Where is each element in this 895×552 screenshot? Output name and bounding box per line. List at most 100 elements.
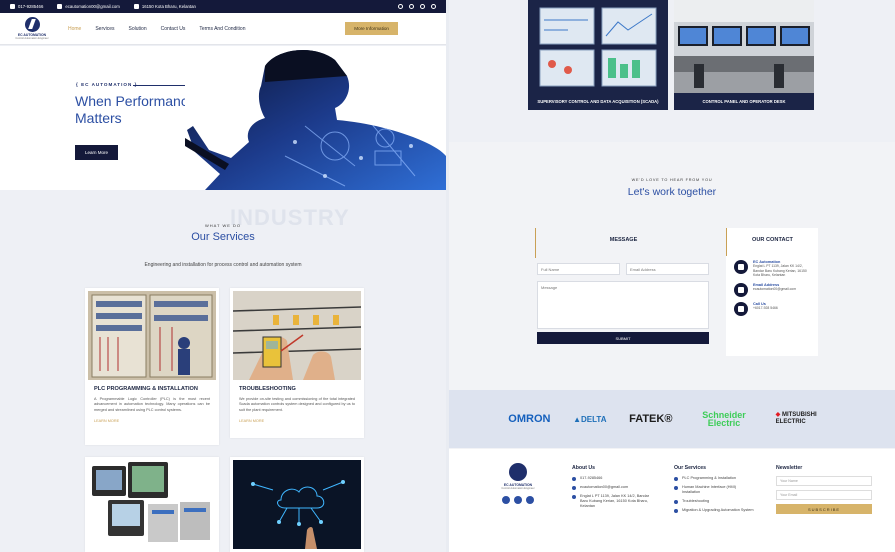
solution-showcase: SUPERVISORY CONTROL AND DATA ACQUISITION…	[449, 0, 895, 142]
whatsapp-icon[interactable]	[431, 4, 436, 9]
plc-cabinet-image	[88, 291, 216, 380]
contact-section: WE'D LOVE TO HEAR FROM YOU Let's work to…	[449, 143, 895, 389]
learn-more-button[interactable]: Learn More	[75, 145, 119, 160]
site-footer: EC AUTOMATION Control Automation Enginee…	[449, 449, 895, 552]
location-icon	[572, 495, 576, 499]
footer-email[interactable]: ecautomation00@gmail.com	[572, 485, 652, 490]
service-card-plc[interactable]: PLC PROGRAMMING & INSTALLATION A Program…	[85, 288, 219, 445]
site-logo[interactable]: EC AUTOMATION Control Automation Enginee…	[12, 17, 52, 40]
control-panel-card[interactable]: CONTROL PANEL AND OPERATOR DESK	[674, 0, 814, 110]
footer-newsletter-title: Newsletter	[776, 465, 803, 471]
nav-menu: Home Services Solution Contact Us Terms …	[68, 26, 259, 32]
message-form-title: MESSAGE	[535, 228, 711, 258]
services-section: INDUSTRY WHAT WE DO Our Services Enginee…	[0, 191, 446, 552]
service-card-migration[interactable]	[230, 457, 364, 552]
email-input[interactable]: Email Address	[626, 263, 709, 275]
footer-service-link[interactable]: Migration & Upgrading Automation System	[674, 508, 754, 513]
page-top-section: 017-9285466 ecautomation00@gmail.com 161…	[0, 0, 446, 552]
cloud-network-image	[233, 460, 361, 549]
footer-services-title: Our Services	[674, 465, 707, 471]
services-title: Our Services	[191, 231, 255, 243]
services-description: Engineering and installation for process…	[144, 262, 302, 268]
contact-title: Let's work together	[627, 186, 717, 198]
footer-newsletter: Newsletter Your Name Your Email SUBSCRIB…	[776, 465, 876, 514]
logo-subtext: Control Automation Engineer	[15, 37, 49, 40]
location-icon	[133, 4, 139, 9]
service-card-text: A Programmable Logic Controller (PLC) is…	[94, 397, 210, 412]
learn-more-link[interactable]: LEARN MORE	[94, 419, 210, 423]
footer-social	[493, 496, 543, 504]
brand-delta-logo: ▲DELTA	[573, 414, 607, 424]
subscribe-button[interactable]: SUBSCRIBE	[776, 504, 872, 514]
service-card-hmi[interactable]	[85, 457, 219, 552]
more-information-button[interactable]: More Information	[345, 22, 398, 35]
our-contact-title: OUR CONTACT	[726, 228, 818, 256]
gear-icon	[674, 477, 678, 481]
partner-brands-strip: OMRON ▲DELTA FATEK® Schneider Electric ◆…	[449, 390, 895, 448]
phone-icon	[10, 4, 15, 9]
hero-tag: { EC AUTOMATION }	[76, 82, 136, 87]
footer-about: About Us 017-9285466 ecautomation00@gmai…	[572, 465, 652, 513]
footer-service-link[interactable]: Human Machine Interface (HMI) Installati…	[674, 485, 754, 495]
facebook-icon[interactable]	[409, 4, 414, 9]
whatsapp-icon[interactable]	[526, 496, 534, 504]
search-icon[interactable]	[398, 4, 403, 9]
service-card-title: TROUBLESHOOTING	[239, 386, 296, 392]
mail-icon	[572, 486, 576, 490]
phone-icon	[734, 301, 748, 316]
footer-brand: EC AUTOMATION Control Automation Enginee…	[493, 463, 543, 504]
contact-row-phone: Call Us +6017-928 5466	[734, 301, 812, 316]
gear-icon	[674, 486, 678, 490]
our-contact-card: OUR CONTACT EC Automation Englat L PT 113…	[726, 228, 818, 356]
control-room-image	[674, 0, 814, 93]
nav-item-services[interactable]: Services	[95, 26, 114, 32]
logo-mark-icon	[24, 17, 40, 32]
nav-item-solution[interactable]: Solution	[129, 26, 147, 32]
service-card-title: PLC PROGRAMMING & INSTALLATION	[94, 386, 198, 392]
brand-mitsubishi-logo: ◆ MITSUBISHI ELECTRIC	[775, 412, 817, 425]
top-info-bar: 017-9285466 ecautomation00@gmail.com 161…	[0, 0, 446, 13]
phone-icon	[572, 477, 576, 481]
topbar-phone[interactable]: 017-9285466	[10, 4, 43, 9]
scada-caption: SUPERVISORY CONTROL AND DATA ACQUISITION…	[537, 99, 659, 104]
full-name-input[interactable]: Full Name	[537, 263, 620, 275]
instagram-icon[interactable]	[514, 496, 522, 504]
newsletter-email-input[interactable]: Your Email	[776, 490, 872, 500]
troubleshooting-image	[233, 291, 361, 380]
brand-fatek-logo: FATEK®	[629, 413, 673, 425]
topbar-email[interactable]: ecautomation00@gmail.com	[57, 4, 120, 9]
scada-image	[528, 0, 668, 93]
mail-icon	[57, 4, 63, 9]
hmi-devices-image	[88, 460, 216, 549]
message-textarea[interactable]: Message	[537, 281, 709, 329]
footer-services: Our Services PLC Programming & Installat…	[674, 465, 754, 517]
brand-omron-logo: OMRON	[508, 413, 551, 425]
instagram-icon[interactable]	[420, 4, 425, 9]
footer-logo-icon[interactable]	[509, 463, 527, 481]
topbar-social	[398, 4, 436, 9]
footer-address: Englat L PT 1139, Jalan KK 14/2, Bandar …	[572, 494, 652, 509]
brand-schneider-logo: Schneider Electric	[702, 410, 746, 428]
submit-button[interactable]: SUBMIT	[537, 332, 709, 344]
contact-row-address: EC Automation Englat L PT 1139, Jalan KK …	[734, 260, 812, 278]
footer-service-link[interactable]: Troubleshooting	[674, 499, 754, 504]
gear-icon	[674, 509, 678, 513]
facebook-icon[interactable]	[502, 496, 510, 504]
learn-more-link[interactable]: LEARN MORE	[239, 419, 355, 423]
delta-triangle-icon: ▲	[573, 414, 581, 424]
nav-item-home[interactable]: Home	[68, 26, 81, 32]
service-card-text: We provide on-site testing and commissio…	[239, 397, 355, 412]
contact-kicker: WE'D LOVE TO HEAR FROM YOU	[631, 178, 713, 182]
scada-card[interactable]: SUPERVISORY CONTROL AND DATA ACQUISITION…	[528, 0, 668, 110]
topbar-address: 16150 Kota Bharu, Kelantan	[133, 4, 196, 9]
footer-phone[interactable]: 017-9285466	[572, 476, 652, 481]
footer-service-link[interactable]: PLC Programming & Installation	[674, 476, 754, 481]
mitsubishi-diamonds-icon: ◆	[775, 412, 781, 418]
newsletter-name-input[interactable]: Your Name	[776, 476, 872, 486]
mail-icon	[734, 282, 748, 297]
nav-item-contact[interactable]: Contact Us	[161, 26, 186, 32]
control-panel-caption: CONTROL PANEL AND OPERATOR DESK	[702, 99, 786, 104]
service-card-troubleshooting[interactable]: TROUBLESHOOTING We provide on-site testi…	[230, 288, 364, 438]
nav-item-terms[interactable]: Terms And Condition	[199, 26, 245, 32]
page-lower-section: SUPERVISORY CONTROL AND DATA ACQUISITION…	[449, 0, 895, 552]
